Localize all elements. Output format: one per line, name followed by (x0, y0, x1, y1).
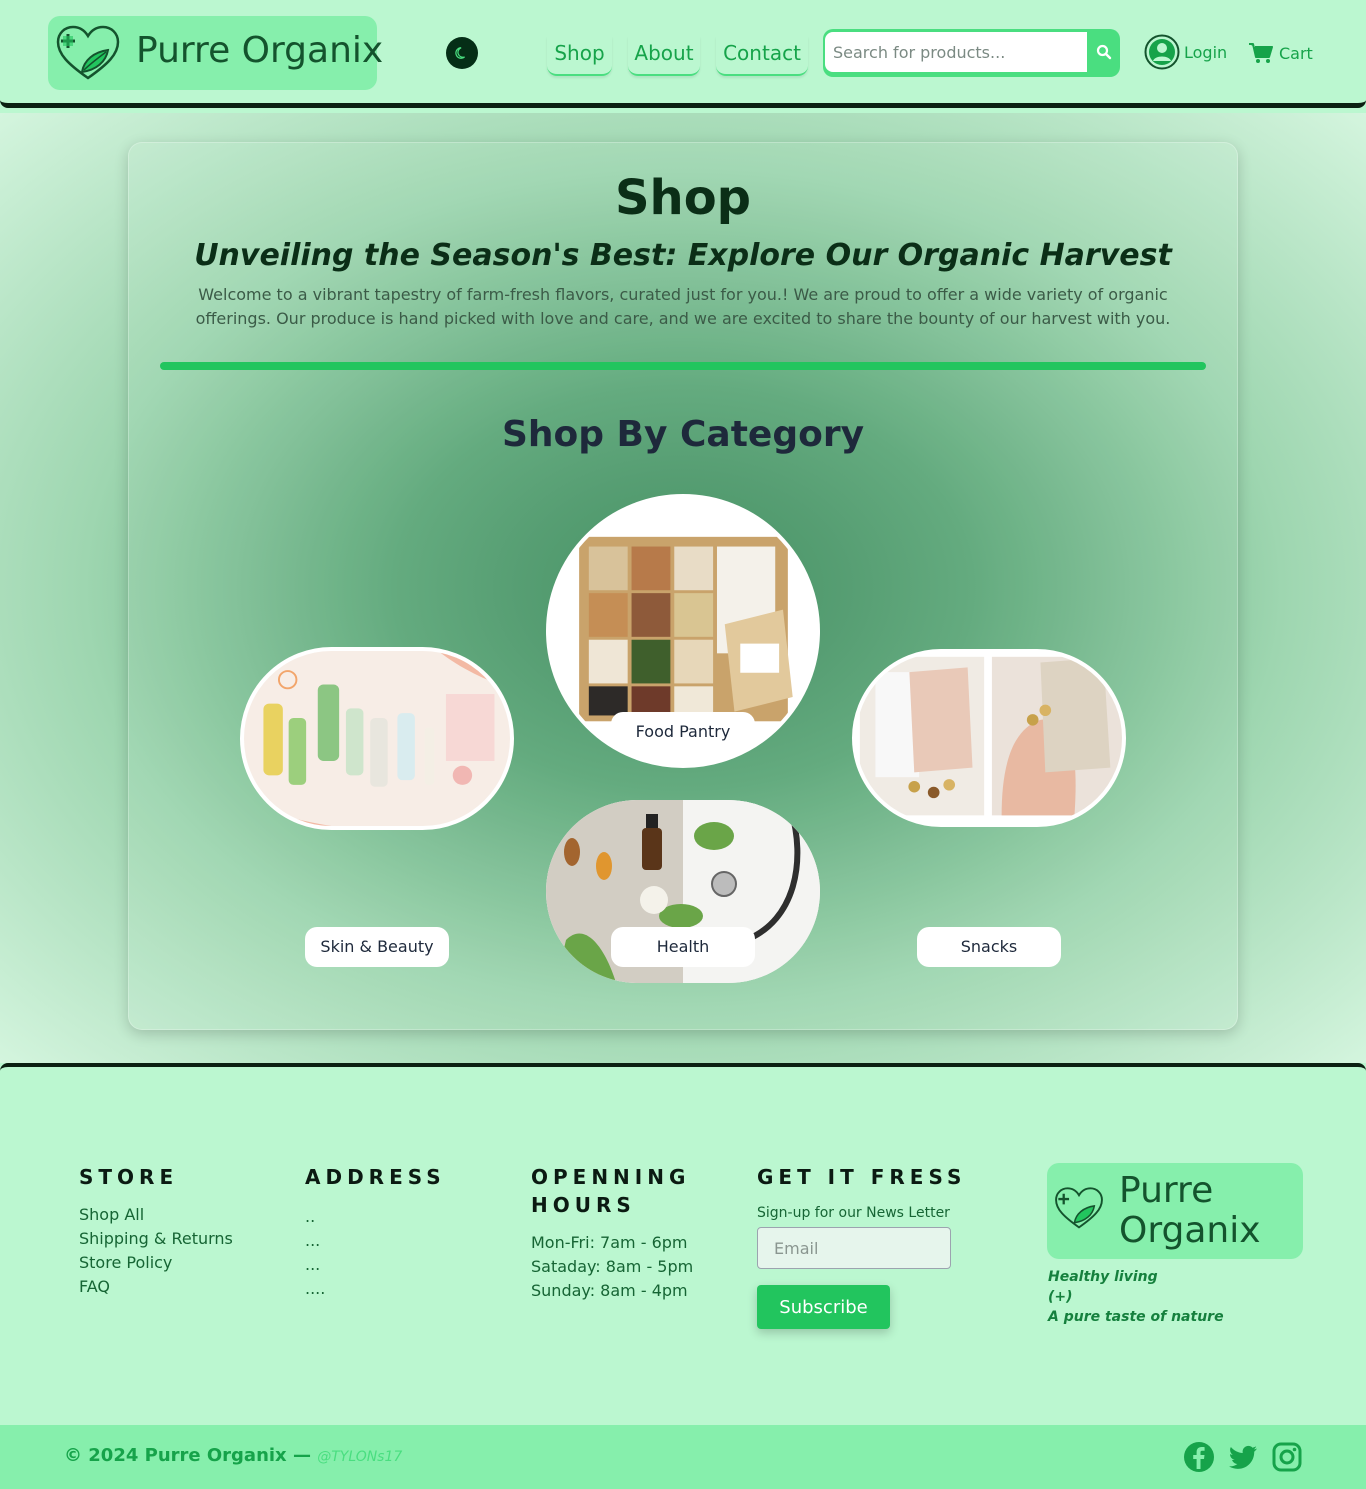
category-label-food-pantry[interactable]: Food Pantry (611, 712, 755, 752)
footer-store-heading: STORE (79, 1165, 179, 1189)
snacks-photo (856, 653, 1122, 823)
footer-brand-logo[interactable]: Purre Organix (1047, 1163, 1303, 1259)
footer-tagline: Healthy living (1048, 1269, 1158, 1285)
footer-link-shop-all[interactable]: Shop All (79, 1203, 144, 1227)
instagram-icon[interactable] (1271, 1441, 1303, 1473)
subscribe-button[interactable]: Subscribe (757, 1285, 890, 1329)
page-title: Shop (614, 170, 752, 226)
heart-leaf-icon (56, 25, 120, 80)
search-bar (823, 29, 1120, 77)
newsletter-caption: Sign-up for our News Letter (757, 1205, 950, 1221)
footer-brand-name: Purre Organix (1119, 1170, 1261, 1251)
brand-name: Purre Organix (136, 30, 384, 71)
footer-link-faq[interactable]: FAQ (79, 1275, 110, 1299)
footer-newsletter-heading: GET IT FRESS (757, 1165, 967, 1189)
login-label: Login (1184, 42, 1228, 62)
footer-address-line: .. (305, 1207, 316, 1226)
twitter-icon[interactable] (1227, 1441, 1259, 1473)
search-input[interactable] (825, 32, 1087, 72)
cart-label: Cart (1279, 43, 1313, 63)
heart-leaf-icon (1055, 1187, 1103, 1229)
author-credit: @TYLONs17 (317, 1449, 403, 1465)
copyright-text: © 2024 Purre Organix — @TYLONs17 (64, 1445, 402, 1466)
footer-address-line: ... (305, 1255, 321, 1274)
footer-tagline: (+) (1048, 1289, 1073, 1305)
footer-hours-heading: OPENNING HOURS (531, 1165, 691, 1217)
footer-address-line: ... (305, 1231, 321, 1250)
footer-link-shipping-returns[interactable]: Shipping & Returns (79, 1227, 233, 1251)
category-heading: Shop By Category (501, 414, 865, 455)
user-circle-icon (1144, 34, 1180, 70)
brand-logo-link[interactable]: Purre Organix (48, 16, 383, 90)
login-link[interactable]: Login (1144, 34, 1227, 70)
cart-icon (1249, 43, 1273, 63)
search-icon (1096, 44, 1112, 60)
category-label-skin-beauty[interactable]: Skin & Beauty (305, 927, 449, 967)
copyright-label: © 2024 Purre Organix — (64, 1445, 311, 1466)
newsletter-email-field[interactable] (757, 1227, 951, 1269)
moon-icon (455, 47, 466, 59)
theme-toggle-button[interactable] (446, 37, 478, 69)
cart-link[interactable]: Cart (1249, 40, 1313, 66)
category-image-snacks[interactable] (852, 649, 1126, 827)
search-button[interactable] (1089, 32, 1119, 72)
footer-bottom-bar: © 2024 Purre Organix — @TYLONs17 (0, 1425, 1366, 1489)
footer-link-store-policy[interactable]: Store Policy (79, 1251, 172, 1275)
footer-hours-line: Sataday: 8am - 5pm (531, 1257, 694, 1276)
footer-hours-line: Mon-Fri: 7am - 6pm (531, 1233, 688, 1252)
section-divider (160, 362, 1206, 370)
category-image-skin-beauty[interactable] (240, 647, 514, 830)
category-label-snacks[interactable]: Snacks (917, 927, 1061, 967)
skin-beauty-photo (244, 651, 510, 826)
footer-address-heading: ADDRESS (305, 1165, 446, 1189)
category-label-health[interactable]: Health (611, 927, 755, 967)
nav-shop[interactable]: Shop (547, 36, 612, 76)
nav-contact[interactable]: Contact (716, 36, 808, 76)
footer-address-line: .... (305, 1279, 326, 1298)
facebook-icon[interactable] (1183, 1441, 1215, 1473)
site-header: Purre Organix Shop About Contact Login (0, 0, 1366, 108)
footer-tagline: A pure taste of nature (1048, 1309, 1224, 1325)
page-subtitle: Unveiling the Season's Best: Explore Our… (194, 238, 1172, 273)
nav-about[interactable]: About (628, 36, 700, 76)
intro-text: Welcome to a vibrant tapestry of farm-fr… (195, 285, 1171, 328)
footer-hours-line: Sunday: 8am - 4pm (531, 1281, 688, 1300)
